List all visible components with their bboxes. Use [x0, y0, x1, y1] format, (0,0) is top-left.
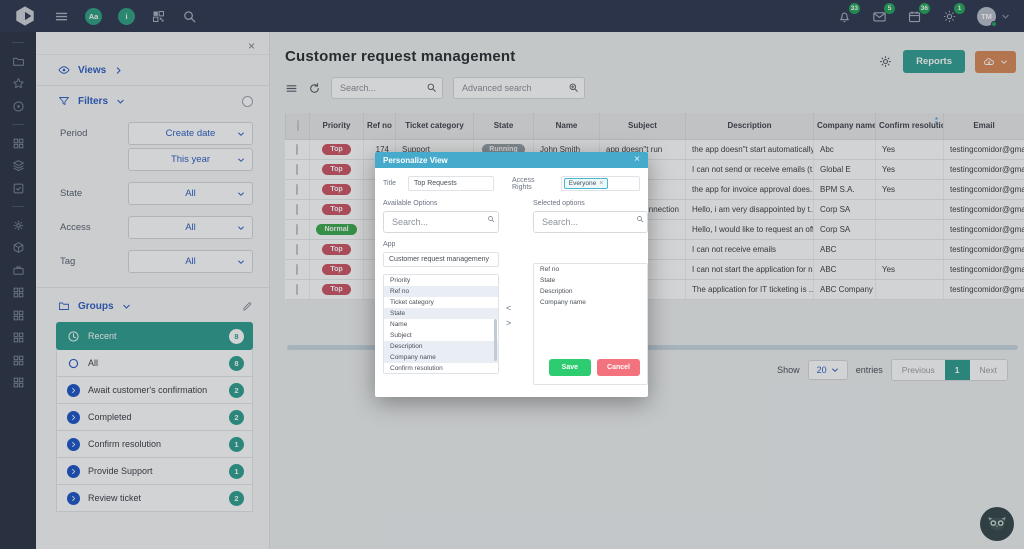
- option-item[interactable]: Company name: [384, 352, 498, 363]
- modal-title: Personalize View: [383, 156, 448, 165]
- access-rights-label: Access Rights: [512, 177, 555, 191]
- selected-option-item[interactable]: State: [534, 275, 647, 286]
- modal-header: Personalize View ×: [375, 152, 648, 168]
- access-rights-chip: Everyone ×: [564, 178, 609, 189]
- access-rights-field[interactable]: Everyone ×: [561, 176, 640, 191]
- option-item[interactable]: Name: [384, 319, 498, 330]
- move-left-button[interactable]: <: [506, 304, 511, 313]
- selected-options-search[interactable]: [533, 211, 648, 233]
- selected-options-label: Selected options: [533, 200, 585, 207]
- available-options-list: Priority Ref no Ticket category State Na…: [383, 274, 499, 374]
- option-item[interactable]: Confirm resolution: [384, 363, 498, 374]
- search-icon: [636, 215, 644, 223]
- selected-option-item[interactable]: Ref no: [534, 264, 647, 275]
- title-field-label: Title: [383, 180, 396, 187]
- view-title-input[interactable]: [408, 176, 494, 191]
- search-icon: [487, 215, 495, 223]
- app-input[interactable]: [383, 252, 499, 267]
- option-item[interactable]: Subject: [384, 330, 498, 341]
- cancel-button[interactable]: Cancel: [597, 359, 640, 376]
- move-right-button[interactable]: >: [506, 319, 511, 328]
- save-button[interactable]: Save: [549, 359, 591, 376]
- list-scrollbar[interactable]: [494, 319, 497, 361]
- option-item[interactable]: Ref no: [384, 286, 498, 297]
- app-field-label: App: [383, 241, 395, 248]
- remove-chip-icon[interactable]: ×: [599, 180, 603, 187]
- available-options-label: Available Options: [383, 200, 437, 207]
- available-options-search[interactable]: [383, 211, 499, 233]
- option-item[interactable]: State: [384, 308, 498, 319]
- selected-option-item[interactable]: Description: [534, 286, 647, 297]
- selected-option-item[interactable]: Company name: [534, 297, 647, 308]
- personalize-view-modal: Personalize View × Title Access Rights E…: [375, 152, 648, 397]
- option-item[interactable]: Description: [384, 341, 498, 352]
- option-item[interactable]: Ticket category: [384, 297, 498, 308]
- option-item[interactable]: Priority: [384, 275, 498, 286]
- close-icon[interactable]: ×: [634, 155, 640, 165]
